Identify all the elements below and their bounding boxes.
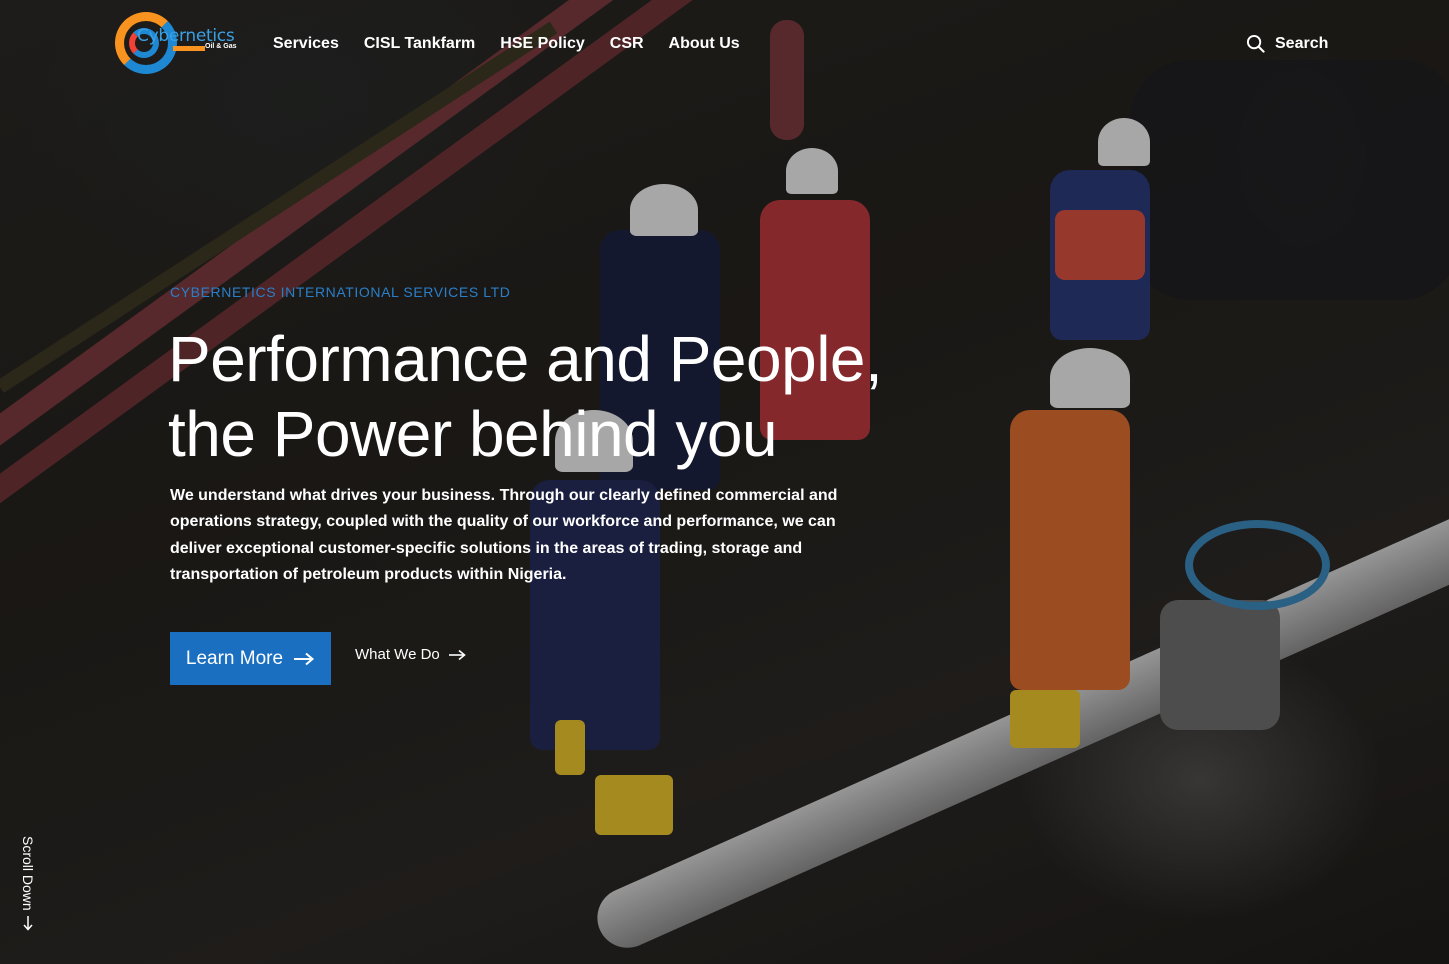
search-label: Search — [1275, 34, 1329, 52]
nav-item-hse-policy[interactable]: HSE Policy — [500, 35, 584, 53]
hero-description: We understand what drives your business.… — [170, 487, 838, 583]
hero-headline-line-2: the Power behind you — [168, 398, 778, 470]
search-icon — [1246, 34, 1265, 53]
arrow-right-icon — [294, 652, 315, 665]
site-logo[interactable]: Cybernetics Oil & Gas — [115, 12, 240, 78]
what-we-do-link[interactable]: What We Do — [355, 646, 466, 663]
scroll-down-rotated: Scroll Down — [20, 836, 36, 931]
logo-bar — [173, 46, 205, 51]
what-we-do-label: What We Do — [355, 646, 440, 663]
nav-item-about-us[interactable]: About Us — [669, 35, 740, 53]
hero-overlay — [0, 0, 1449, 964]
learn-more-button[interactable]: Learn More — [170, 632, 331, 685]
nav-item-csr[interactable]: CSR — [610, 35, 644, 53]
nav-item-cisl-tankfarm[interactable]: CISL Tankfarm — [364, 35, 475, 53]
hero-eyebrow: CYBERNETICS INTERNATIONAL SERVICES LTD — [170, 284, 511, 300]
site-header: Cybernetics Oil & Gas Services CISL Tank… — [0, 0, 1449, 90]
hero-headline-line-1: Performance and People, — [168, 323, 883, 395]
nav-item-services[interactable]: Services — [273, 35, 339, 53]
hero-headline: Performance and People, the Power behind… — [168, 322, 928, 472]
arrow-right-icon — [448, 649, 466, 660]
scroll-down-indicator[interactable]: Scroll Down — [16, 836, 38, 940]
logo-tagline: Oil & Gas — [205, 43, 237, 50]
arrow-down-icon — [23, 915, 33, 931]
main-nav: Services CISL Tankfarm HSE Policy CSR Ab… — [273, 35, 740, 53]
search-button[interactable]: Search — [1246, 34, 1328, 53]
scroll-down-label: Scroll Down — [20, 836, 36, 911]
learn-more-label: Learn More — [185, 647, 284, 669]
